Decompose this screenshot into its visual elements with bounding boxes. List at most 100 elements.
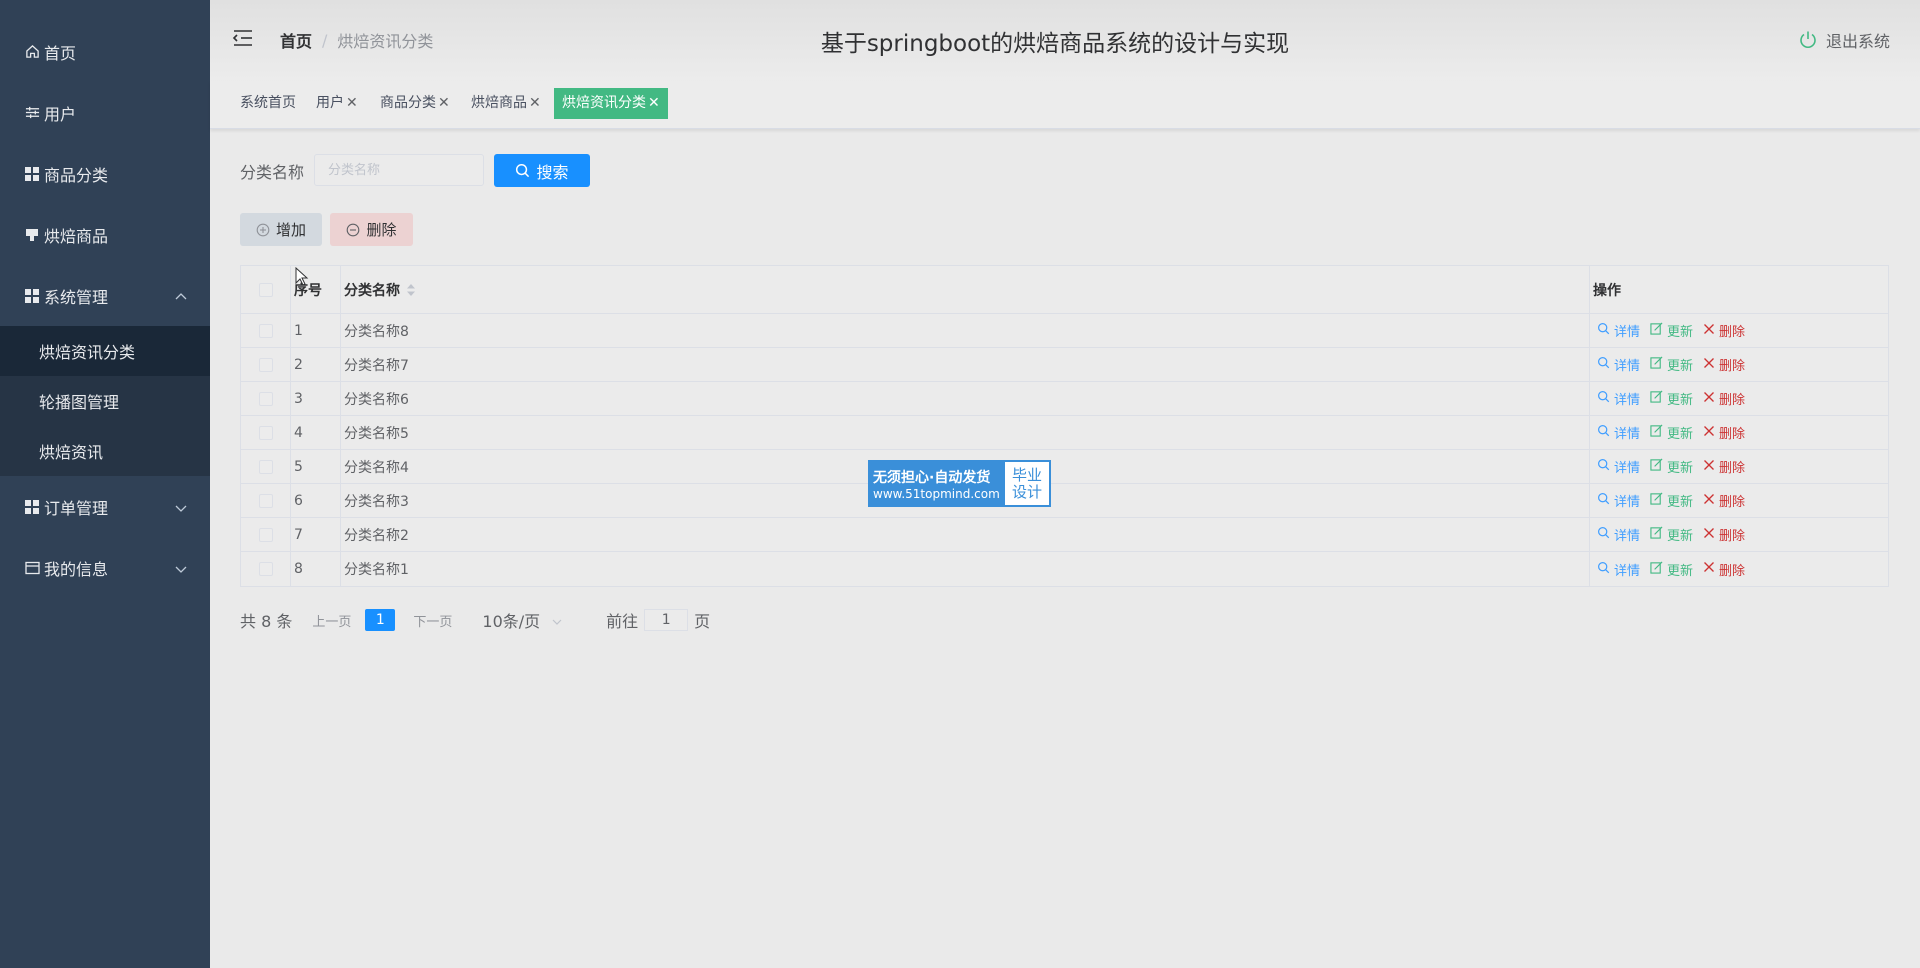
header-name[interactable]: 分类名称: [341, 266, 1590, 313]
row-checkbox[interactable]: [258, 323, 273, 338]
row-name-value: 分类名称2: [344, 527, 409, 544]
update-button[interactable]: 更新: [1650, 560, 1693, 579]
row-index-value: 7: [294, 526, 303, 543]
table-row: 8 分类名称1 详情 更新 删除: [241, 552, 1888, 586]
row-checkbox-cell: [241, 382, 291, 415]
row-checkbox[interactable]: [258, 562, 273, 576]
row-checkbox[interactable]: [258, 493, 273, 508]
row-name-value: 分类名称6: [344, 391, 409, 408]
menu-item-order-management[interactable]: 订单管理: [0, 476, 210, 537]
row-checkbox[interactable]: [258, 425, 273, 440]
menu-item-product-category[interactable]: 商品分类: [0, 143, 210, 204]
update-label: 更新: [1667, 393, 1694, 408]
table-row: 6 分类名称3 详情 更新 删除: [241, 484, 1888, 518]
tab-product-category[interactable]: 商品分类 ✕: [376, 88, 454, 119]
table-row: 5 分类名称4 详情 更新 删除: [241, 450, 1888, 484]
update-button[interactable]: 更新: [1650, 321, 1693, 340]
page-title: 基于springboot的烘焙商品系统的设计与实现: [820, 31, 1290, 57]
pagination-total: 共 8 条: [240, 612, 293, 631]
logout-button[interactable]: 退出系统: [1798, 28, 1890, 52]
delete-button[interactable]: 删除: [330, 213, 413, 246]
menu-item-home[interactable]: 首页: [0, 21, 210, 82]
select-all-checkbox[interactable]: [258, 282, 273, 297]
tab-baking-news-category[interactable]: 烘焙资讯分类 ✕: [554, 88, 668, 119]
close-icon[interactable]: ✕: [346, 88, 358, 119]
edit-icon: [1650, 492, 1667, 509]
watermark-line1: 无须担心·自动发货: [873, 469, 991, 486]
row-index: 5: [291, 450, 341, 483]
row-index-value: 8: [294, 561, 303, 577]
detail-button[interactable]: 详情: [1597, 560, 1640, 579]
update-button[interactable]: 更新: [1650, 355, 1693, 374]
close-icon: [1703, 323, 1719, 339]
menu-item-baking-goods[interactable]: 烘焙商品: [0, 204, 210, 265]
update-button[interactable]: 更新: [1650, 525, 1693, 544]
row-checkbox[interactable]: [258, 527, 273, 542]
menu-item-my-info[interactable]: 我的信息: [0, 537, 210, 598]
goto-page-input[interactable]: [644, 609, 689, 631]
update-button[interactable]: 更新: [1650, 457, 1693, 476]
row-index-value: 2: [294, 356, 303, 373]
remove-button[interactable]: 删除: [1703, 491, 1745, 510]
detail-label: 详情: [1614, 529, 1641, 544]
remove-button[interactable]: 删除: [1703, 423, 1745, 442]
detail-button[interactable]: 详情: [1597, 457, 1640, 476]
close-icon[interactable]: ✕: [648, 88, 660, 119]
page-size-select[interactable]: 10条/页: [482, 608, 562, 632]
table-row: 3 分类名称6 详情 更新 删除: [241, 382, 1888, 416]
sub-item-baking-news[interactable]: 烘焙资讯: [0, 426, 210, 476]
edit-icon: [1650, 526, 1667, 543]
close-icon[interactable]: ✕: [529, 88, 541, 119]
close-icon[interactable]: ✕: [438, 88, 450, 119]
header-ops: 操作: [1590, 266, 1888, 313]
page-number-1[interactable]: 1: [365, 609, 396, 631]
menu-item-users[interactable]: 用户: [0, 82, 210, 143]
detail-button[interactable]: 详情: [1597, 423, 1640, 442]
search-icon: [1597, 356, 1614, 373]
remove-button[interactable]: 删除: [1703, 560, 1745, 579]
row-index: 8: [291, 552, 341, 586]
remove-label: 删除: [1719, 427, 1746, 442]
header-checkbox-cell: [241, 266, 291, 313]
tab-home[interactable]: 系统首页: [236, 88, 300, 119]
search-button[interactable]: 搜索: [494, 154, 590, 187]
update-button[interactable]: 更新: [1650, 491, 1693, 510]
row-checkbox[interactable]: [258, 357, 273, 372]
remove-button[interactable]: 删除: [1703, 389, 1745, 408]
detail-button[interactable]: 详情: [1597, 355, 1640, 374]
row-checkbox[interactable]: [258, 459, 273, 474]
table-row: 4 分类名称5 详情 更新 删除: [241, 416, 1888, 450]
remove-button[interactable]: 删除: [1703, 525, 1745, 544]
page-jumper: 前往 页: [606, 608, 710, 632]
close-icon: [1703, 357, 1719, 373]
prev-page-button[interactable]: 上一页: [312, 611, 351, 630]
sub-item-carousel-management[interactable]: 轮播图管理: [0, 376, 210, 426]
row-checkbox[interactable]: [258, 391, 273, 406]
detail-button[interactable]: 详情: [1597, 389, 1640, 408]
next-page-button[interactable]: 下一页: [413, 611, 452, 630]
tab-users[interactable]: 用户 ✕: [312, 88, 362, 119]
sub-item-baking-news-category[interactable]: 烘焙资讯分类: [0, 326, 210, 376]
remove-button[interactable]: 删除: [1703, 457, 1745, 476]
mouse-cursor-icon: [295, 266, 309, 291]
add-button[interactable]: 增加: [240, 213, 322, 246]
sort-icon[interactable]: [406, 283, 416, 297]
search-input[interactable]: [314, 154, 484, 186]
update-button[interactable]: 更新: [1650, 389, 1693, 408]
detail-button[interactable]: 详情: [1597, 321, 1640, 340]
remove-button[interactable]: 删除: [1703, 355, 1745, 374]
row-ops: 详情 更新 删除: [1590, 416, 1888, 449]
search-icon: [1597, 322, 1614, 339]
table-row: 2 分类名称7 详情 更新 删除: [241, 348, 1888, 382]
menu-item-label: 烘焙商品: [44, 226, 109, 246]
sidebar: 首页 用户 商品分类 烘焙商品 系统管理 烘焙资讯分类 轮播图管理 烘焙资讯 订…: [0, 0, 210, 968]
remove-button[interactable]: 删除: [1703, 321, 1745, 340]
detail-label: 详情: [1614, 495, 1641, 510]
tab-baking-goods[interactable]: 烘焙商品 ✕: [467, 88, 545, 119]
sliders-icon: [24, 105, 40, 121]
detail-button[interactable]: 详情: [1597, 491, 1640, 510]
menu-item-system-management[interactable]: 系统管理: [0, 265, 210, 326]
plus-circle-icon: [256, 223, 270, 236]
update-button[interactable]: 更新: [1650, 423, 1693, 442]
detail-button[interactable]: 详情: [1597, 525, 1640, 544]
